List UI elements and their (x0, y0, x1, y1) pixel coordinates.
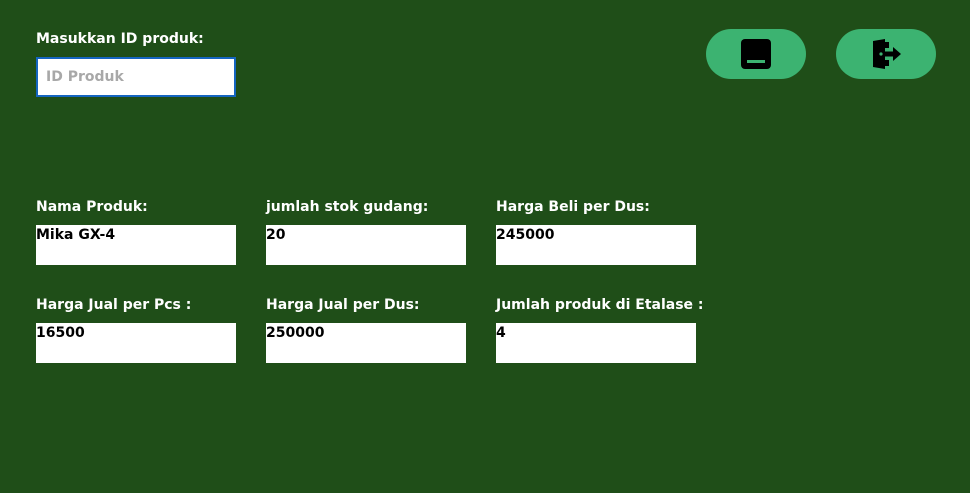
harga-jual-pcs-value: 16500 (36, 323, 236, 363)
stok-gudang-value: 20 (266, 225, 466, 265)
nama-produk-value: Mika GX-4 (36, 225, 236, 265)
harga-beli-dus-value: 245000 (496, 225, 696, 265)
minimize-button[interactable] (706, 29, 806, 79)
product-id-label: Masukkan ID produk: (36, 31, 204, 47)
stok-gudang-label: jumlah stok gudang: (266, 199, 429, 215)
exit-door-icon (870, 39, 902, 69)
harga-beli-dus-label: Harga Beli per Dus: (496, 199, 650, 215)
nama-produk-label: Nama Produk: (36, 199, 148, 215)
harga-jual-dus-value: 250000 (266, 323, 466, 363)
jumlah-etalase-value: 4 (496, 323, 696, 363)
jumlah-etalase-label: Jumlah produk di Etalase : (496, 297, 704, 313)
product-id-input[interactable] (36, 57, 236, 97)
exit-button[interactable] (836, 29, 936, 79)
harga-jual-dus-label: Harga Jual per Dus: (266, 297, 420, 313)
minimize-icon (741, 39, 771, 69)
harga-jual-pcs-label: Harga Jual per Pcs : (36, 297, 192, 313)
